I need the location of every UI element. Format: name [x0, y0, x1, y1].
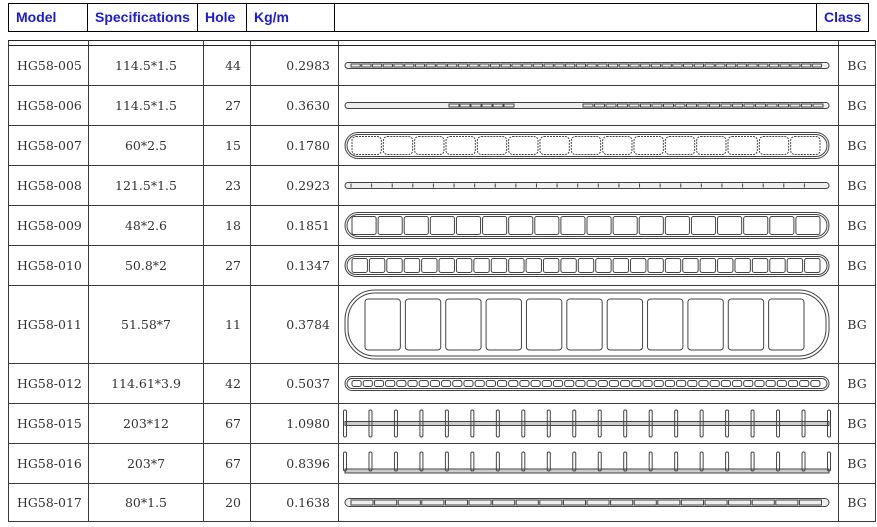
spec-cell: 60*2.5	[88, 125, 204, 166]
hole-cell: 42	[203, 363, 251, 404]
class-cell: BG	[838, 165, 876, 206]
kgm-cell: 0.8396	[250, 443, 339, 484]
hole-cell: 44	[203, 45, 251, 86]
model-cell: HG58-009	[8, 205, 89, 246]
spec-cell: 121.5*1.5	[88, 165, 204, 206]
spec-cell: 114.5*1.5	[88, 85, 204, 126]
class-cell: BG	[838, 483, 876, 522]
header-class: Class	[817, 4, 869, 31]
spec-cell: 51.58*7	[88, 285, 204, 364]
class-cell: BG	[838, 443, 876, 484]
table-row: HG58-012 114.61*3.9 42 0.5037 BG	[8, 363, 876, 404]
profile-cell	[338, 45, 839, 86]
profile-cell	[338, 245, 839, 286]
table-row: HG58-006 114.5*1.5 27 0.3630 BG	[8, 85, 876, 126]
spec-cell: 48*2.6	[88, 205, 204, 246]
model-cell: HG58-010	[8, 245, 89, 286]
hole-cell: 15	[203, 125, 251, 166]
profile-cell	[338, 205, 839, 246]
profile-cell	[338, 363, 839, 404]
hole-cell: 23	[203, 165, 251, 206]
profile-cell	[338, 125, 839, 166]
header-hole: Hole	[198, 4, 247, 31]
hole-cell: 18	[203, 205, 251, 246]
table-row: HG58-015 203*12 67 1.0980 BG	[8, 403, 876, 444]
profile-cell	[338, 483, 839, 522]
class-cell: BG	[838, 125, 876, 166]
class-cell: BG	[838, 363, 876, 404]
spec-cell: 114.5*1.5	[88, 45, 204, 86]
model-cell: HG58-016	[8, 443, 89, 484]
spec-cell: 203*7	[88, 443, 204, 484]
kgm-cell: 0.1347	[250, 245, 339, 286]
profile-cell	[338, 403, 839, 444]
table-row: HG58-009 48*2.6 18 0.1851 BG	[8, 205, 876, 246]
header-kgm: Kg/m	[247, 4, 335, 31]
hole-cell: 67	[203, 443, 251, 484]
spec-cell: 114.61*3.9	[88, 363, 204, 404]
class-cell: BG	[838, 245, 876, 286]
model-cell: HG58-015	[8, 403, 89, 444]
kgm-cell: 0.3784	[250, 285, 339, 364]
product-table: HG58-005 114.5*1.5 44 0.2983 BG HG58-006 114.5…	[8, 40, 876, 522]
table-row: HG58-005 114.5*1.5 44 0.2983 BG	[8, 45, 876, 86]
hole-cell: 20	[203, 483, 251, 522]
class-cell: BG	[838, 205, 876, 246]
spec-cell: 80*1.5	[88, 483, 204, 522]
class-cell: BG	[838, 45, 876, 86]
kgm-cell: 0.3630	[250, 85, 339, 126]
profile-cell	[338, 165, 839, 206]
profile-drawing-icon	[344, 182, 830, 189]
class-cell: BG	[838, 285, 876, 364]
header-specifications: Specifications	[88, 4, 198, 31]
table-row: HG58-010 50.8*2 27 0.1347 BG	[8, 245, 876, 286]
profile-drawing-icon	[343, 451, 831, 474]
kgm-cell: 1.0980	[250, 403, 339, 444]
table-header: Model Specifications Hole Kg/m Class	[8, 3, 869, 32]
spec-cell: 203*12	[88, 403, 204, 444]
profile-drawing-icon	[344, 254, 830, 277]
model-cell: HG58-012	[8, 363, 89, 404]
hole-cell: 67	[203, 403, 251, 444]
kgm-cell: 0.1638	[250, 483, 339, 522]
class-cell: BG	[838, 85, 876, 126]
table-row: HG58-007 60*2.5 15 0.1780 BG	[8, 125, 876, 166]
profile-cell	[338, 285, 839, 364]
model-cell: HG58-006	[8, 85, 89, 126]
profile-drawing-icon	[344, 62, 830, 69]
header-model: Model	[8, 4, 88, 31]
profile-cell	[338, 85, 839, 126]
model-cell: HG58-011	[8, 285, 89, 364]
kgm-cell: 0.1780	[250, 125, 339, 166]
table-row: HG58-017 80*1.5 20 0.1638 BG	[8, 483, 876, 522]
kgm-cell: 0.2983	[250, 45, 339, 86]
profile-drawing-icon	[344, 376, 830, 391]
table-row: HG58-016 203*7 67 0.8396 BG	[8, 443, 876, 484]
kgm-cell: 0.2923	[250, 165, 339, 206]
kgm-cell: 0.1851	[250, 205, 339, 246]
profile-drawing-icon	[343, 409, 831, 438]
class-cell: BG	[838, 403, 876, 444]
model-cell: HG58-007	[8, 125, 89, 166]
kgm-cell: 0.5037	[250, 363, 339, 404]
profile-drawing-icon	[344, 212, 830, 239]
profile-cell	[338, 443, 839, 484]
profile-drawing-icon	[344, 102, 830, 109]
hole-cell: 11	[203, 285, 251, 364]
hole-cell: 27	[203, 245, 251, 286]
profile-drawing-icon	[344, 498, 830, 507]
header-profile	[335, 4, 817, 31]
model-cell: HG58-005	[8, 45, 89, 86]
hole-cell: 27	[203, 85, 251, 126]
table-row: HG58-011 51.58*7 11 0.3784 BG	[8, 285, 876, 364]
model-cell: HG58-008	[8, 165, 89, 206]
profile-drawing-icon	[344, 289, 830, 360]
spec-cell: 50.8*2	[88, 245, 204, 286]
profile-drawing-icon	[344, 132, 830, 159]
table-row: HG58-008 121.5*1.5 23 0.2923 BG	[8, 165, 876, 206]
model-cell: HG58-017	[8, 483, 89, 522]
